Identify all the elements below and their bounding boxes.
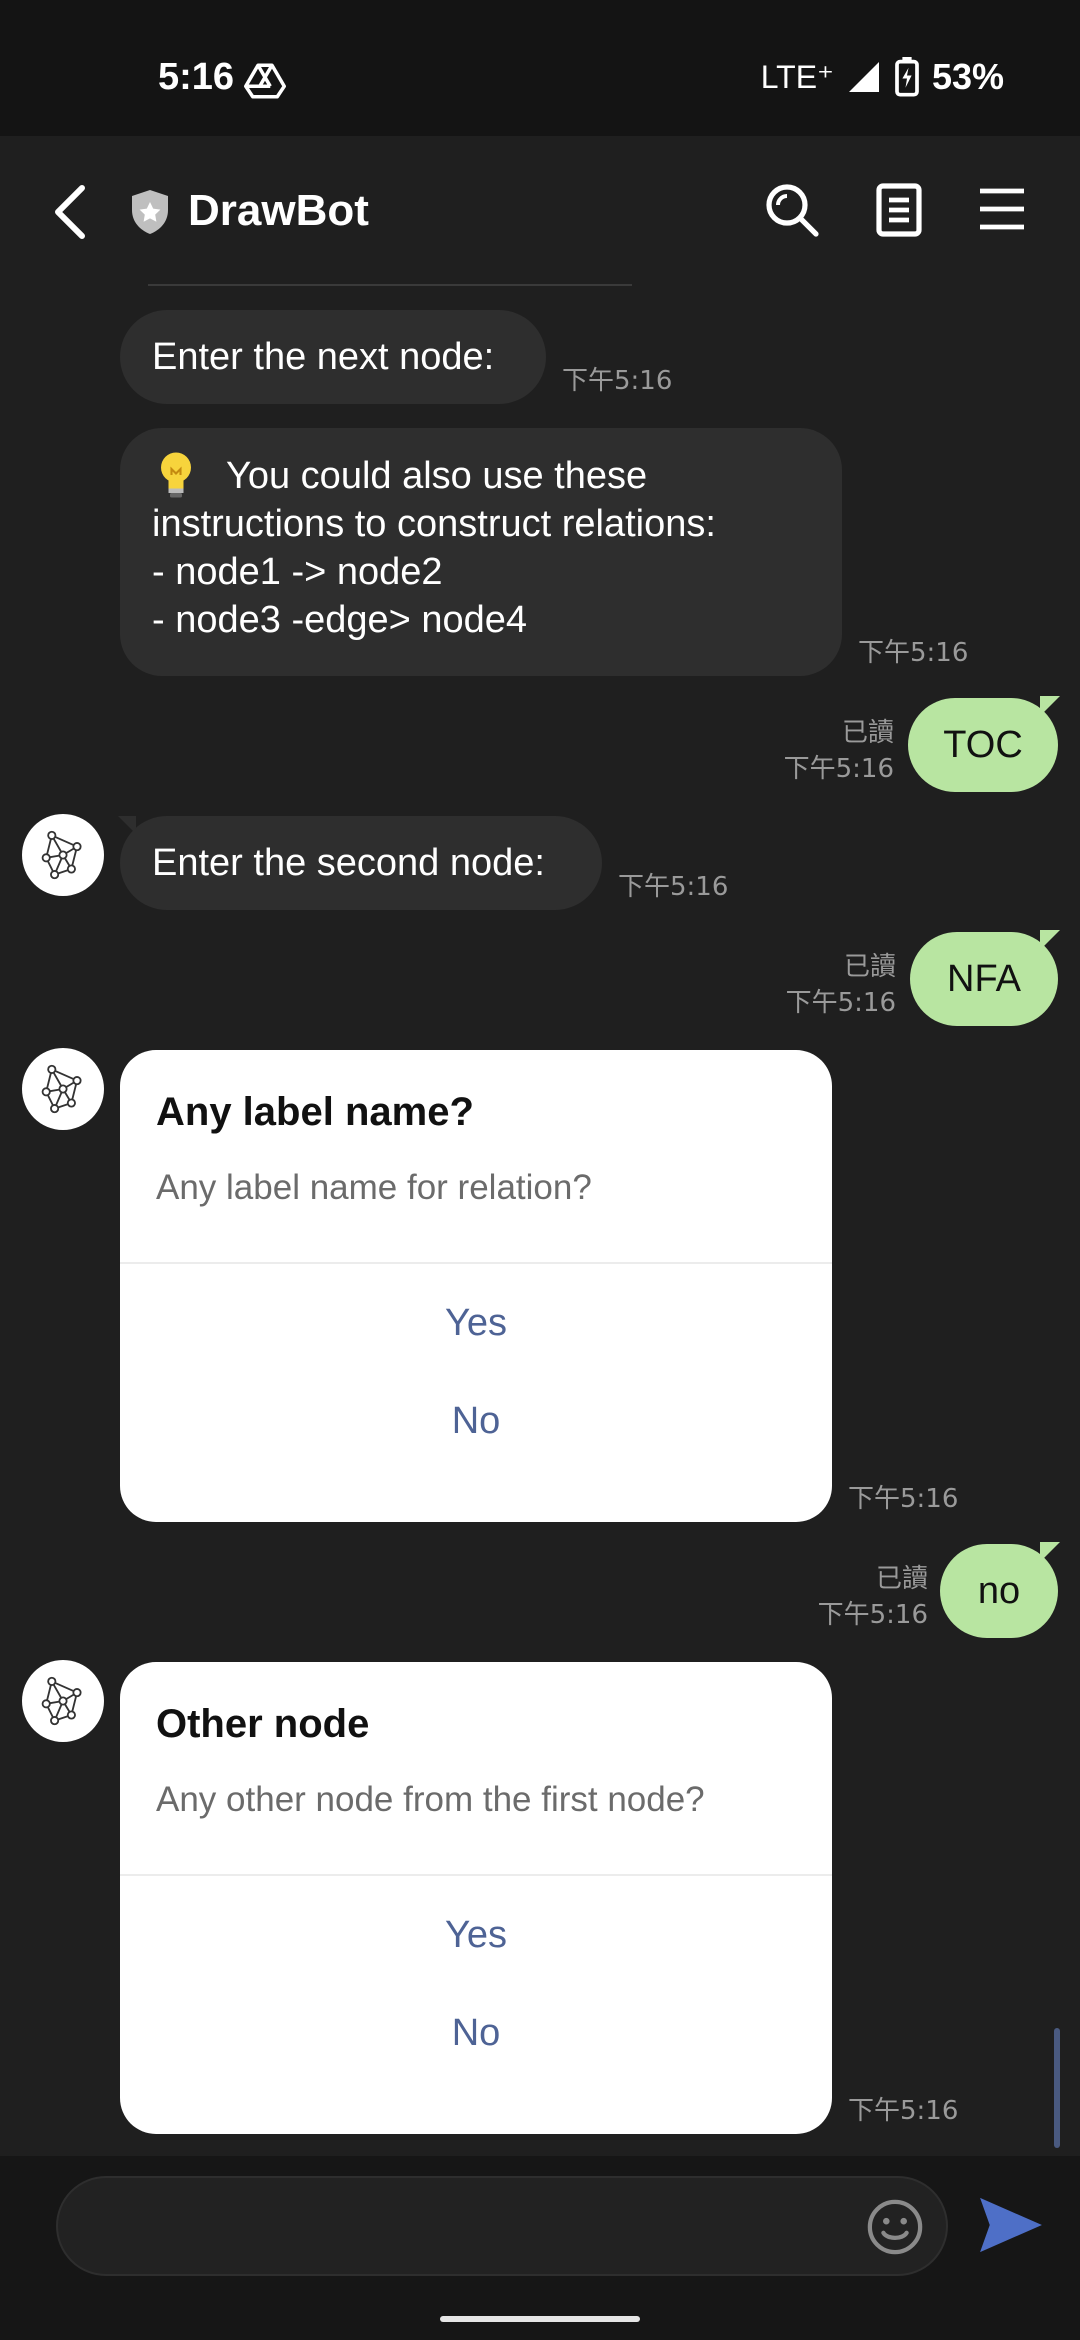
read-receipt: 已讀 [875,1564,928,1594]
battery-charging-icon [895,57,919,97]
send-icon[interactable] [978,2196,1044,2254]
status-time: 5:16 [158,56,235,98]
status-bar: 5:16 LTE⁺ 53% [0,0,1080,136]
bubble-tail [1040,1542,1060,1562]
bot-avatar[interactable] [22,1048,104,1130]
message-input[interactable] [56,2176,948,2276]
card-text: Any other node from the first node? [156,1780,705,1819]
message-text: TOC [943,724,1023,766]
chat-title: DrawBot [188,186,369,235]
drive-icon [244,63,286,99]
user-message: NFA [910,932,1058,1026]
card-title: Any label name? [156,1090,474,1134]
divider [120,1262,832,1264]
notes-icon[interactable] [872,182,926,238]
message-time: 下午5:16 [785,988,896,1018]
confirm-card: Any label name? Any label name for relat… [120,1050,832,1522]
bubble-tail [1040,930,1060,950]
message-time: 下午5:16 [848,1484,959,1514]
message-time: 下午5:16 [848,2096,959,2126]
bot-message: Enter the next node: [120,310,546,404]
graph-icon [41,1064,82,1114]
no-button[interactable]: No [120,1400,832,1443]
card-title: Other node [156,1702,370,1746]
yes-button[interactable]: Yes [120,1914,832,1957]
menu-icon[interactable] [978,186,1026,232]
status-right: LTE⁺ 53% [761,56,1004,98]
message-line: - node1 -> node2 [152,551,443,593]
shield-icon [132,190,168,234]
network-label: LTE⁺ [760,59,834,95]
home-indicator[interactable] [440,2316,640,2322]
message-text: NFA [947,958,1021,1000]
graph-icon [41,830,82,880]
message-line: You could also use these [226,455,648,497]
scrollbar[interactable] [1054,2028,1060,2148]
signal-icon [848,62,879,92]
battery-percent: 53% [931,56,1004,97]
message-line: instructions to construct relations: [152,503,716,545]
message-line: - node3 -edge> node4 [152,599,528,641]
message-time: 下午5:16 [817,1600,928,1630]
card-text: Any label name for relation? [156,1168,592,1207]
yes-button[interactable]: Yes [120,1302,832,1345]
message-text: no [977,1570,1021,1612]
read-receipt: 已讀 [843,952,896,982]
read-receipt: 已讀 [841,718,894,748]
message-text: Enter the next node: [152,336,495,378]
message-time: 下午5:16 [618,872,729,902]
back-icon[interactable] [52,184,88,240]
bot-avatar[interactable] [22,1660,104,1742]
message-text: Enter the second node: [152,842,545,884]
graph-icon [41,1676,82,1726]
no-button[interactable]: No [120,2012,832,2055]
bot-message: Enter the second node: [120,816,602,910]
message-time: 下午5:16 [783,754,894,784]
search-icon[interactable] [764,182,820,238]
user-message: TOC [908,698,1058,792]
message-time: 下午5:16 [562,366,673,396]
bubble-tail [1040,696,1060,716]
bot-avatar[interactable] [22,814,104,896]
divider [120,1874,832,1876]
confirm-card: Other node Any other node from the first… [120,1662,832,2134]
emoji-icon[interactable] [866,2198,924,2256]
message-time: 下午5:16 [858,638,969,668]
bot-message: You could also use these instructions to… [120,428,842,676]
previous-message-edge [148,284,632,286]
